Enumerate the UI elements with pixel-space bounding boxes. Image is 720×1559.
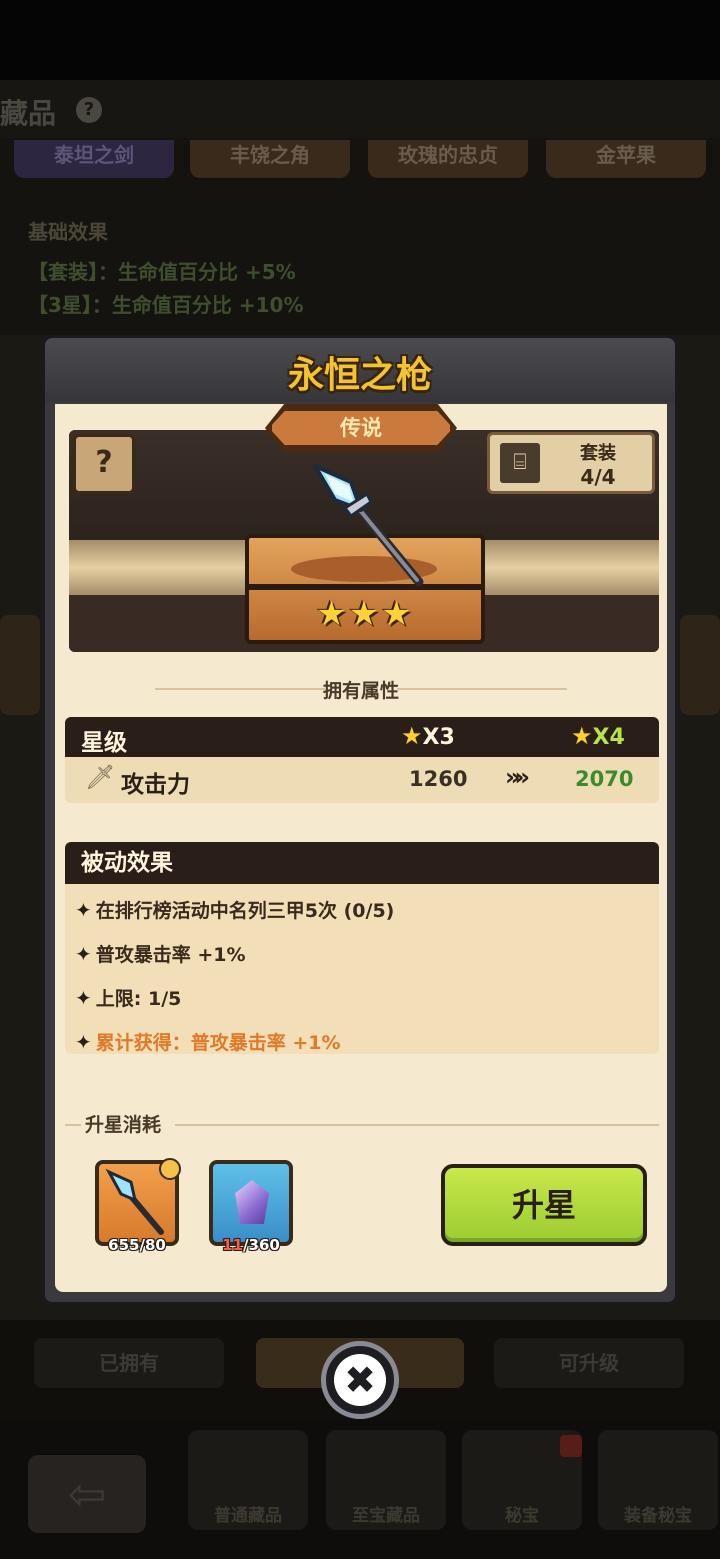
close-button[interactable]: ✖ [321, 1341, 399, 1419]
material-crystal[interactable] [209, 1160, 293, 1246]
diamond-bullet-icon: ✦ [75, 1030, 92, 1054]
divider [175, 1124, 659, 1126]
passive-line-text: 普攻暴击率 +1% [95, 944, 246, 966]
material-spear-shard[interactable] [95, 1158, 181, 1246]
nav-label: 普通藏品 [214, 1506, 282, 1526]
attribute-next-value: 2070 [575, 767, 634, 791]
spear-icon [313, 464, 424, 587]
background-effect-line-1: 【套装】：生命值百分比 +5% [28, 260, 296, 284]
attribute-table-header: 星级 ★X3 ★X4 [65, 717, 659, 757]
status-area [0, 0, 720, 80]
passive-line: ✦ 普攻暴击率 +1% [75, 940, 246, 967]
nav-treasure-collection: 至宝藏品 [326, 1430, 446, 1530]
diamond-bullet-icon: ✦ [75, 942, 92, 966]
passive-line-text: 上限: 1/5 [95, 988, 182, 1010]
item-info-book-button[interactable]: ? [73, 434, 135, 494]
upgrade-star-button[interactable]: 升星 [441, 1164, 647, 1246]
background-tab-4: 金苹果 [546, 140, 706, 178]
material-count: 655/80 [108, 1236, 166, 1254]
passive-line-accumulated: ✦ 累计获得：普攻暴击率 +1% [75, 1028, 341, 1054]
star-icon: ★ [401, 722, 423, 750]
nav-equipment-secret: 装备秘宝 [598, 1430, 718, 1530]
set-value: 4/4 [580, 465, 616, 489]
divider [65, 1124, 81, 1126]
dialog-header: 永恒之枪 [45, 338, 675, 402]
item-showcase: ★★★ ? ⌸ 套装 4/4 [69, 430, 659, 652]
attribute-name: 攻击力 [121, 772, 190, 798]
attribute-table: 星级 ★X3 ★X4 🗡 攻击力 1260 »» 2070 [65, 717, 659, 803]
help-icon: ? [76, 97, 102, 123]
dialog-body: ★★★ ? ⌸ 套装 4/4 传说 拥有属性 星级 ★X3 ★X4 🗡 攻击力 … [55, 404, 667, 1292]
filter-owned: 已拥有 [34, 1338, 224, 1388]
set-progress-button[interactable]: ⌸ 套装 4/4 [487, 432, 655, 494]
section-attributes-title: 拥有属性 [155, 676, 567, 703]
next-star-label: X4 [592, 725, 625, 750]
close-icon: ✖ [334, 1354, 386, 1406]
upgrade-cost-title: 升星消耗 [85, 1114, 162, 1136]
passive-effect-panel: 被动效果 ✦ 在排行榜活动中名列三甲5次 (0/5) ✦ 普攻暴击率 +1% ✦ 上限… [65, 842, 659, 1054]
passive-line: ✦ 在排行榜活动中名列三甲5次 (0/5) [75, 896, 394, 923]
background-tab-3: 玫瑰的忠贞 [368, 140, 528, 178]
background-effect-line-2: 【3星】：生命值百分比 +10% [28, 293, 304, 317]
star-icon: ★ [571, 722, 593, 750]
passive-effect-title: 被动效果 [65, 842, 659, 884]
nav-label: 至宝藏品 [352, 1506, 420, 1526]
background-header [0, 80, 720, 138]
background-tab-1: 泰坦之剑 [14, 140, 174, 178]
passive-line-text: 在排行榜活动中名列三甲5次 (0/5) [95, 900, 395, 922]
current-star-label: X3 [422, 725, 455, 750]
attribute-current-value: 1260 [409, 767, 468, 791]
dialog-title: 永恒之枪 [287, 355, 432, 396]
current-star-column: ★X3 [401, 722, 455, 750]
background-side-left [0, 615, 40, 715]
diamond-bullet-icon: ✦ [75, 986, 92, 1010]
material-count: 11/360 [209, 1236, 293, 1254]
diamond-bullet-icon: ✦ [75, 898, 92, 922]
material-need: /360 [243, 1236, 280, 1254]
sword-icon: 🗡 [85, 763, 116, 791]
star-rating: ★★★ [316, 594, 414, 634]
next-star-column: ★X4 [571, 722, 625, 750]
passive-line: ✦ 上限: 1/5 [75, 984, 181, 1011]
nav-normal-collection: 普通藏品 [188, 1430, 308, 1530]
background-tab-2: 丰饶之角 [190, 140, 350, 178]
back-arrow-icon: ⇦ [28, 1455, 146, 1533]
rarity-banner: 传说 [269, 408, 453, 448]
set-label: 套装 [580, 443, 616, 464]
star-level-label: 星级 [81, 730, 127, 756]
nav-label: 装备秘宝 [624, 1506, 692, 1526]
set-scroll-icon: ⌸ [500, 443, 540, 483]
background-base-effect-title: 基础效果 [28, 220, 108, 244]
shard-badge-icon [159, 1158, 181, 1180]
upgrade-cost-header: 升星消耗 [65, 1110, 659, 1140]
nav-label: 秘宝 [505, 1506, 539, 1526]
background-page-title: 藏品 [0, 97, 57, 130]
passive-line-text: 累计获得：普攻暴击率 +1% [95, 1032, 341, 1054]
item-detail-dialog: 永恒之枪 ★★★ ? ⌸ 套装 4/4 传说 拥有属性 星级 ★X3 ★X4 🗡… [42, 335, 678, 1305]
background-side-right [680, 615, 720, 715]
notification-badge [560, 1435, 582, 1457]
material-have: 11 [222, 1236, 244, 1254]
crystal-icon [235, 1180, 269, 1224]
filter-upgradable: 可升级 [494, 1338, 684, 1388]
double-chevron-right-icon: »» [505, 763, 530, 791]
